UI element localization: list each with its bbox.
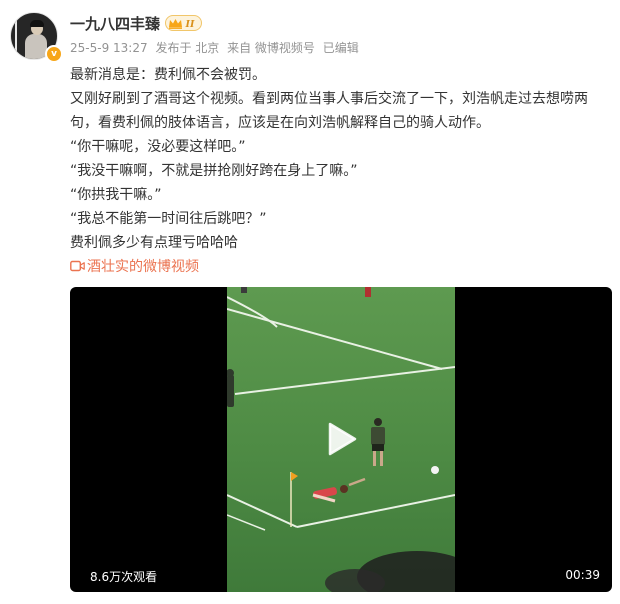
- post-edited-status[interactable]: 已编辑: [323, 41, 359, 55]
- video-source-label[interactable]: 酒壮实的微博视频: [87, 256, 199, 276]
- avatar-figure-hair: [30, 20, 44, 27]
- post-meta: 25-5-9 13:27 发布于 北京 来自 微博视频号 已编辑: [70, 39, 363, 56]
- post-location: 发布于 北京: [155, 41, 220, 55]
- post-paragraph: “我总不能第一时间往后跳吧？”: [70, 211, 267, 227]
- post-paragraph: 又刚好刷到了酒哥这个视频。看到两位当事人事后交流了一下，刘浩帆走过去想唠两句，看…: [70, 91, 588, 131]
- post-paragraph: “你干嘛呢，没必要这样吧。”: [70, 139, 246, 155]
- video-camera-icon: [70, 260, 85, 272]
- avatar-pole: [15, 13, 17, 59]
- verified-badge-icon: v: [45, 45, 63, 63]
- member-crown-badge-icon[interactable]: II: [165, 15, 202, 31]
- post-paragraph: “我没干嘛啊，不就是拼抢刚好跨在身上了嘛。”: [70, 163, 358, 179]
- video-player[interactable]: 8.6万次观看 00:39: [70, 287, 612, 592]
- post-paragraph: “你拱我干嘛。”: [70, 187, 162, 203]
- video-duration: 00:39: [565, 568, 600, 582]
- post-source[interactable]: 来自 微博视频号: [227, 41, 315, 55]
- member-level-text: II: [185, 19, 195, 30]
- author-name[interactable]: 一九八四丰臻: [70, 13, 160, 34]
- post-content: 最新消息是：费利佩不会被罚。 又刚好刷到了酒哥这个视频。看到两位当事人事后交流了…: [70, 63, 610, 255]
- post-date[interactable]: 25-5-9 13:27: [70, 41, 148, 55]
- post-paragraph: 最新消息是：费利佩不会被罚。: [70, 67, 266, 83]
- post-paragraph: 费利佩多少有点理亏哈哈哈: [70, 235, 238, 251]
- play-icon[interactable]: [327, 422, 357, 456]
- video-source-link[interactable]: 酒壮实的微博视频: [70, 256, 199, 276]
- avatar-figure-body: [25, 34, 47, 59]
- video-view-count: 8.6万次观看: [90, 570, 158, 584]
